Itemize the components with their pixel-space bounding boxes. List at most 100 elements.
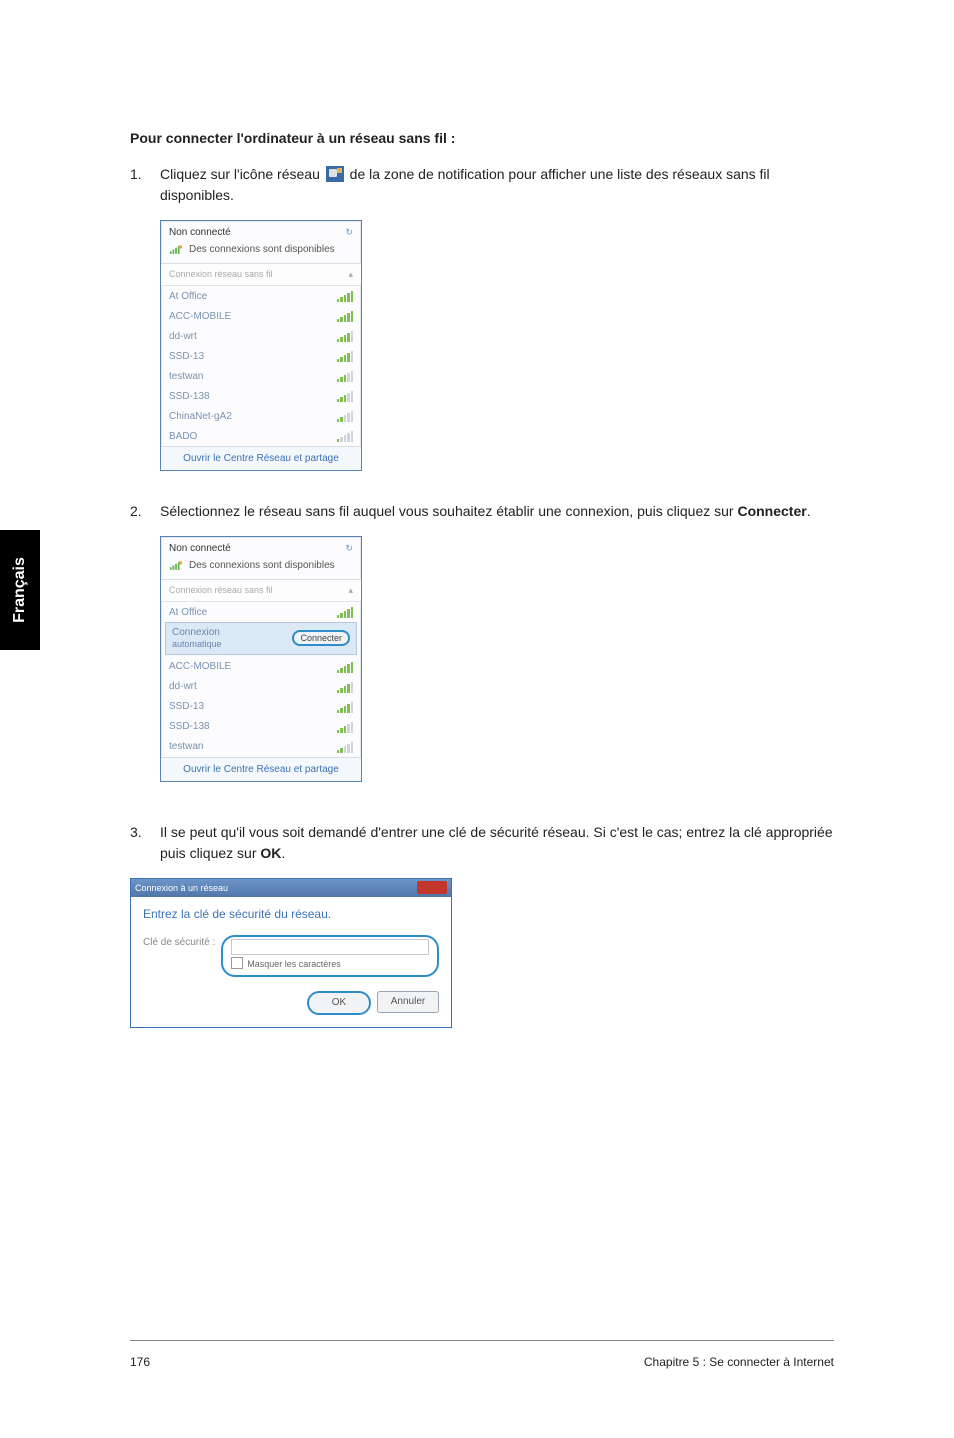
page-content: Pour connecter l'ordinateur à un réseau …	[130, 130, 834, 1028]
step-3-post: .	[281, 845, 285, 861]
step-1-pre: Cliquez sur l'icône réseau	[160, 166, 324, 182]
ss2-available-row: Des connexions sont disponibles	[161, 558, 361, 580]
step-2-text: Sélectionnez le réseau sans fil auquel v…	[160, 501, 834, 522]
ss1-available-text: Des connexions sont disponibles	[189, 244, 335, 255]
wifi-name: At Office	[169, 291, 207, 302]
signal-bars-icon	[337, 606, 353, 618]
step-2-post: .	[807, 503, 811, 519]
signal-bars-icon	[337, 430, 353, 442]
dialog-prompt: Entrez la clé de sécurité du réseau.	[143, 907, 439, 921]
cancel-button-label: Annuler	[391, 996, 425, 1007]
wifi-network-item[interactable]: dd-wrt	[161, 326, 361, 346]
ss2-network-list: ACC-MOBILE dd-wrt SSD-13 SSD-138 testwan	[161, 657, 361, 757]
screenshot-security-key-dialog: Connexion à un réseau Entrez la clé de s…	[130, 878, 452, 1028]
ss1-available-row: Des connexions sont disponibles	[161, 242, 361, 264]
wifi-name: SSD-13	[169, 701, 204, 712]
screenshot-wifi-list: Non connecté ↻ Des connexions sont dispo…	[160, 220, 362, 471]
wifi-network-item[interactable]: SSD-13	[161, 697, 361, 717]
wifi-network-item[interactable]: testwan	[161, 737, 361, 757]
auto-connect-label: Connexion automatique	[172, 627, 222, 650]
auto-connect-line1: Connexion	[172, 627, 222, 639]
wifi-selected-panel: Connexion automatique Connecter	[165, 622, 357, 655]
screenshot-wifi-connect: Non connecté ↻ Des connexions sont dispo…	[160, 536, 362, 782]
ss2-sub-text: Connexion réseau sans fil	[169, 585, 273, 596]
ok-button[interactable]: OK	[307, 991, 371, 1015]
chapter-title: Chapitre 5 : Se connecter à Internet	[644, 1355, 834, 1369]
signal-bars-icon	[337, 410, 353, 422]
auto-connect-line2: automatique	[172, 639, 222, 650]
wifi-network-item[interactable]: BADO	[161, 426, 361, 446]
wifi-name: testwan	[169, 741, 203, 752]
open-network-center-link[interactable]: Ouvrir le Centre Réseau et partage	[161, 446, 361, 470]
hide-characters-checkbox[interactable]: Masquer les caractères	[231, 957, 429, 969]
step-1: 1. Cliquez sur l'icône réseau de la zone…	[130, 164, 834, 206]
step-1-text: Cliquez sur l'icône réseau de la zone de…	[160, 164, 834, 206]
ss1-header: Non connecté ↻	[161, 221, 361, 242]
dialog-title: Connexion à un réseau	[135, 883, 228, 893]
ss1-status: Non connecté	[169, 227, 231, 238]
ss2-link-text: Ouvrir le Centre Réseau et partage	[183, 764, 339, 775]
wifi-name: SSD-138	[169, 391, 210, 402]
ss2-subheader: Connexion réseau sans fil ▴	[161, 580, 361, 602]
cancel-button[interactable]: Annuler	[377, 991, 439, 1013]
ss2-refresh-icon[interactable]: ↻	[345, 543, 353, 554]
wifi-network-item[interactable]: ACC-MOBILE	[161, 657, 361, 677]
wifi-name: testwan	[169, 371, 203, 382]
signal-warning-icon	[169, 560, 183, 571]
connect-button[interactable]: Connecter	[292, 630, 350, 646]
step-3-number: 3.	[130, 822, 160, 864]
ok-button-label: OK	[332, 997, 346, 1008]
wifi-network-item[interactable]: SSD-138	[161, 717, 361, 737]
signal-bars-icon	[337, 390, 353, 402]
language-side-tab: Français	[0, 530, 40, 650]
ss2-available-text: Des connexions sont disponibles	[189, 560, 335, 571]
wifi-name: dd-wrt	[169, 681, 197, 692]
step-2-number: 2.	[130, 501, 160, 522]
ss2-status: Non connecté	[169, 543, 231, 554]
wifi-selected-header[interactable]: At Office	[161, 602, 361, 622]
signal-bars-icon	[337, 290, 353, 302]
signal-bars-icon	[337, 701, 353, 713]
wifi-network-item[interactable]: SSD-13	[161, 346, 361, 366]
security-key-label: Clé de sécurité :	[143, 937, 215, 948]
network-tray-icon	[326, 166, 344, 182]
step-3-text: Il se peut qu'il vous soit demandé d'ent…	[160, 822, 834, 864]
security-key-row: Clé de sécurité : Masquer les caractères	[143, 935, 439, 977]
wifi-network-item[interactable]: dd-wrt	[161, 677, 361, 697]
security-key-input[interactable]	[231, 939, 429, 955]
open-network-center-link[interactable]: Ouvrir le Centre Réseau et partage	[161, 757, 361, 781]
dialog-buttons: OK Annuler	[143, 991, 439, 1015]
step-3-bold: OK	[260, 845, 281, 861]
wifi-network-item[interactable]: ChinaNet-gA2	[161, 406, 361, 426]
wifi-network-item[interactable]: testwan	[161, 366, 361, 386]
wifi-name: ACC-MOBILE	[169, 311, 231, 322]
step-2-bold: Connecter	[737, 503, 806, 519]
page-footer: 176 Chapitre 5 : Se connecter à Internet	[130, 1355, 834, 1369]
wifi-name: SSD-13	[169, 351, 204, 362]
wifi-network-item[interactable]: At Office	[161, 286, 361, 306]
step-2: 2. Sélectionnez le réseau sans fil auque…	[130, 501, 834, 522]
chevron-up-icon[interactable]: ▴	[348, 269, 353, 280]
wifi-network-item[interactable]: SSD-138	[161, 386, 361, 406]
wifi-network-item[interactable]: ACC-MOBILE	[161, 306, 361, 326]
wifi-selected-name: At Office	[169, 607, 207, 618]
signal-bars-icon	[337, 310, 353, 322]
close-icon[interactable]	[417, 881, 447, 894]
ss1-link-text: Ouvrir le Centre Réseau et partage	[183, 453, 339, 464]
wifi-name: SSD-138	[169, 721, 210, 732]
step-1-number: 1.	[130, 164, 160, 206]
wifi-name: ACC-MOBILE	[169, 661, 231, 672]
chevron-up-icon[interactable]: ▴	[348, 585, 353, 596]
dialog-titlebar: Connexion à un réseau	[131, 879, 451, 897]
signal-bars-icon	[337, 721, 353, 733]
signal-bars-icon	[337, 330, 353, 342]
ss1-refresh-icon[interactable]: ↻	[345, 227, 353, 238]
footer-divider	[130, 1340, 834, 1341]
signal-bars-icon	[337, 741, 353, 753]
signal-warning-icon	[169, 244, 183, 255]
security-key-field-group: Masquer les caractères	[221, 935, 439, 977]
signal-bars-icon	[337, 681, 353, 693]
ss1-network-list: At Office ACC-MOBILE dd-wrt SSD-13 testw…	[161, 286, 361, 446]
signal-bars-icon	[337, 350, 353, 362]
signal-bars-icon	[337, 661, 353, 673]
